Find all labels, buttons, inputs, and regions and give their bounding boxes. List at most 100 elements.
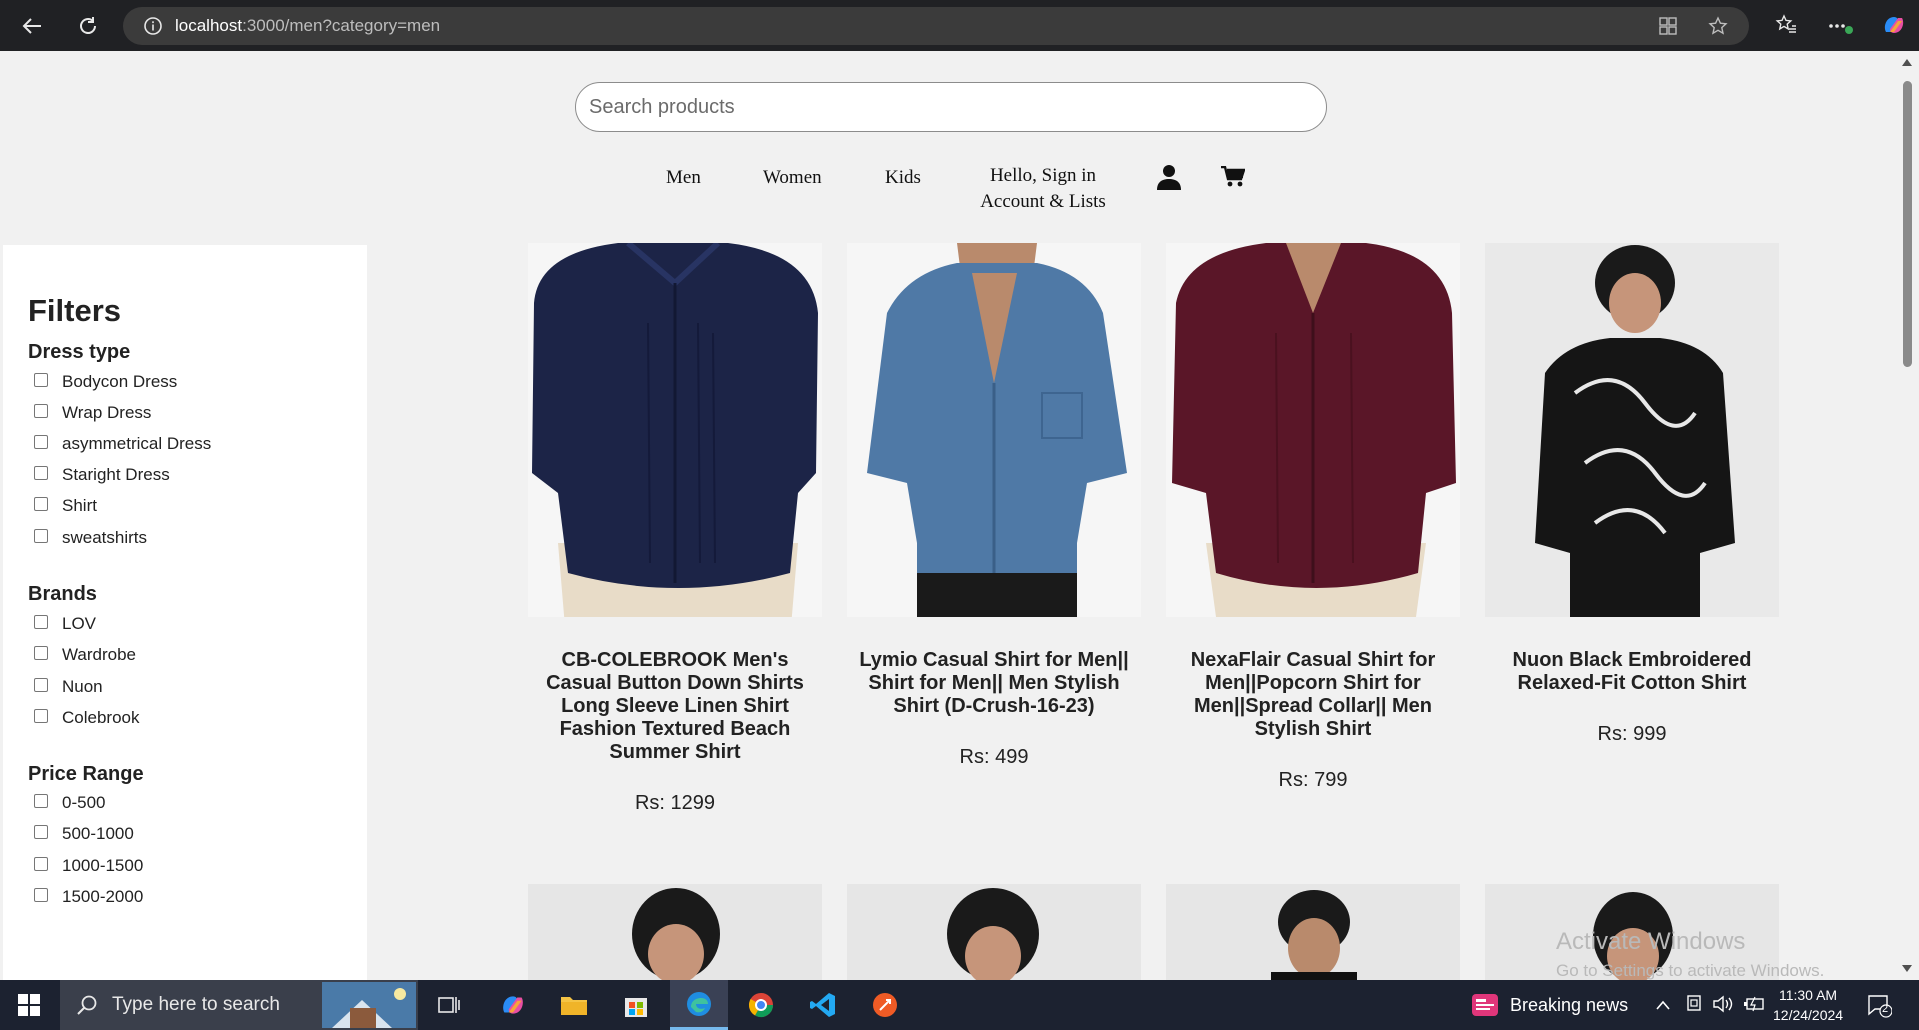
checkbox-price-1000-1500[interactable]	[34, 857, 48, 871]
scrollbar-thumb[interactable]	[1903, 81, 1912, 367]
file-explorer-button[interactable]	[557, 988, 591, 1022]
product-image[interactable]	[1166, 243, 1460, 617]
checkbox-label: Colebrook	[62, 708, 140, 727]
chrome-button[interactable]	[744, 988, 778, 1022]
signin-line1: Hello, Sign in	[989, 165, 1097, 186]
checkbox-asymmetrical-dress[interactable]	[34, 435, 48, 449]
notification-center-button[interactable]: 2	[1866, 992, 1893, 1018]
app-available-icon[interactable]	[1659, 17, 1677, 35]
favorite-star-icon[interactable]	[1708, 16, 1728, 36]
back-arrow-icon	[22, 18, 41, 34]
microsoft-store-button[interactable]	[619, 988, 653, 1022]
device-icon[interactable]	[1685, 994, 1703, 1014]
checkbox-colebrook[interactable]	[34, 709, 48, 723]
checkbox-wardrobe[interactable]	[34, 646, 48, 660]
product-image[interactable]	[1166, 884, 1460, 980]
scroll-up-arrow-icon[interactable]	[1902, 59, 1912, 66]
favorites-icon[interactable]	[1775, 14, 1797, 36]
checkbox-price-0-500[interactable]	[34, 794, 48, 808]
task-view-button[interactable]	[432, 988, 466, 1022]
filters-sidebar: Filters Dress type Bodycon Dress Wrap Dr…	[3, 245, 367, 980]
chrome-icon	[748, 993, 773, 1018]
info-icon[interactable]	[143, 16, 163, 36]
filter-group-price-range-title: Price Range	[28, 763, 144, 785]
nav-women-link[interactable]: Women	[763, 167, 822, 189]
more-options-icon[interactable]	[1828, 16, 1854, 36]
product-image[interactable]	[1485, 243, 1779, 617]
checkbox-sweatshirts[interactable]	[34, 529, 48, 543]
filter-group-brands-title: Brands	[28, 583, 97, 605]
scroll-down-arrow-icon[interactable]	[1902, 965, 1912, 972]
shirt-photo	[847, 243, 1141, 617]
product-image[interactable]	[528, 884, 822, 980]
checkbox-label: 1500-2000	[62, 887, 144, 906]
page-viewport: Men Women Kids Hello, Sign in Account & …	[3, 51, 1896, 980]
activate-windows-subtitle: Go to Settings to activate Windows.	[1556, 961, 1825, 980]
task-view-icon	[438, 997, 460, 1013]
system-clock[interactable]: 11:30 AM 12/24/2024	[1773, 985, 1843, 1025]
checkbox-lov[interactable]	[34, 615, 48, 629]
checkbox-label: Staright Dress	[62, 465, 170, 484]
product-title[interactable]: CB-COLEBROOK Men's Casual Button Down Sh…	[528, 649, 822, 764]
shirt-photo	[1485, 243, 1779, 617]
checkbox-nuon[interactable]	[34, 678, 48, 692]
checkbox-label: Wardrobe	[62, 645, 137, 664]
url-text: localhost:3000/men?category=men	[175, 16, 441, 35]
news-widget[interactable]: Breaking news	[1470, 992, 1628, 1018]
checkbox-price-1500-2000[interactable]	[34, 888, 48, 902]
model-photo	[632, 888, 720, 980]
notification-count: 2	[1882, 1003, 1889, 1015]
product-title[interactable]: Nuon Black Embroidered Relaxed-Fit Cotto…	[1485, 649, 1779, 695]
chevron-up-icon[interactable]	[1655, 999, 1671, 1011]
user-icon[interactable]	[1157, 164, 1181, 190]
address-bar[interactable]: localhost:3000/men?category=men	[123, 7, 1749, 45]
checkbox-label: 500-1000	[62, 824, 134, 843]
checkbox-label: Wrap Dress	[62, 403, 152, 422]
checkbox-staright-dress[interactable]	[34, 466, 48, 480]
vscode-icon	[810, 993, 835, 1017]
copilot-icon[interactable]	[1881, 12, 1907, 38]
product-image[interactable]	[847, 243, 1141, 617]
reload-icon	[80, 17, 96, 34]
signin-line2: Account & Lists	[980, 191, 1106, 212]
volume-icon[interactable]	[1712, 995, 1734, 1013]
product-price: Rs: 799	[1278, 769, 1348, 791]
product-image[interactable]	[847, 884, 1141, 980]
windows-logo-icon	[18, 994, 40, 1016]
product-price: Rs: 499	[959, 746, 1029, 768]
checkbox-label: 0-500	[62, 793, 106, 812]
product-price: Rs: 1299	[634, 792, 716, 814]
nav-signin-link[interactable]: Hello, Sign in Account & Lists	[973, 163, 1113, 215]
back-button[interactable]	[14, 8, 50, 44]
checkbox-label: 1000-1500	[62, 856, 144, 875]
news-icon	[1472, 994, 1498, 1016]
search-icon	[77, 995, 97, 1015]
checkbox-price-500-1000[interactable]	[34, 825, 48, 839]
vertical-scrollbar[interactable]	[1896, 51, 1919, 980]
battery-icon[interactable]	[1743, 995, 1765, 1013]
checkbox-shirt[interactable]	[34, 497, 48, 511]
nav-men-link[interactable]: Men	[666, 167, 701, 189]
search-input[interactable]	[575, 82, 1327, 132]
folder-icon	[561, 997, 587, 1015]
taskbar-search-text: Type here to search	[112, 994, 280, 1015]
edge-browser-button[interactable]	[670, 980, 728, 1030]
cart-icon[interactable]	[1221, 166, 1245, 188]
vscode-button[interactable]	[806, 988, 840, 1022]
postman-icon	[873, 993, 897, 1017]
filter-group-dress-type-title: Dress type	[28, 341, 131, 363]
search-highlight-icon	[322, 982, 416, 1028]
checkbox-bodycon-dress[interactable]	[34, 373, 48, 387]
reload-button[interactable]	[70, 8, 106, 44]
postman-button[interactable]	[868, 988, 902, 1022]
taskbar-search-box[interactable]: Type here to search	[60, 980, 418, 1030]
checkbox-wrap-dress[interactable]	[34, 404, 48, 418]
product-title[interactable]: Lymio Casual Shirt for Men|| Shirt for M…	[847, 649, 1141, 718]
product-image[interactable]	[528, 243, 822, 617]
checkbox-label: LOV	[62, 614, 97, 633]
nav-kids-link[interactable]: Kids	[885, 167, 921, 189]
copilot-taskbar-button[interactable]	[496, 988, 530, 1022]
product-title[interactable]: NexaFlair Casual Shirt for Men||Popcorn …	[1166, 649, 1460, 741]
start-button[interactable]	[12, 988, 46, 1022]
browser-toolbar: localhost:3000/men?category=men	[0, 0, 1919, 51]
